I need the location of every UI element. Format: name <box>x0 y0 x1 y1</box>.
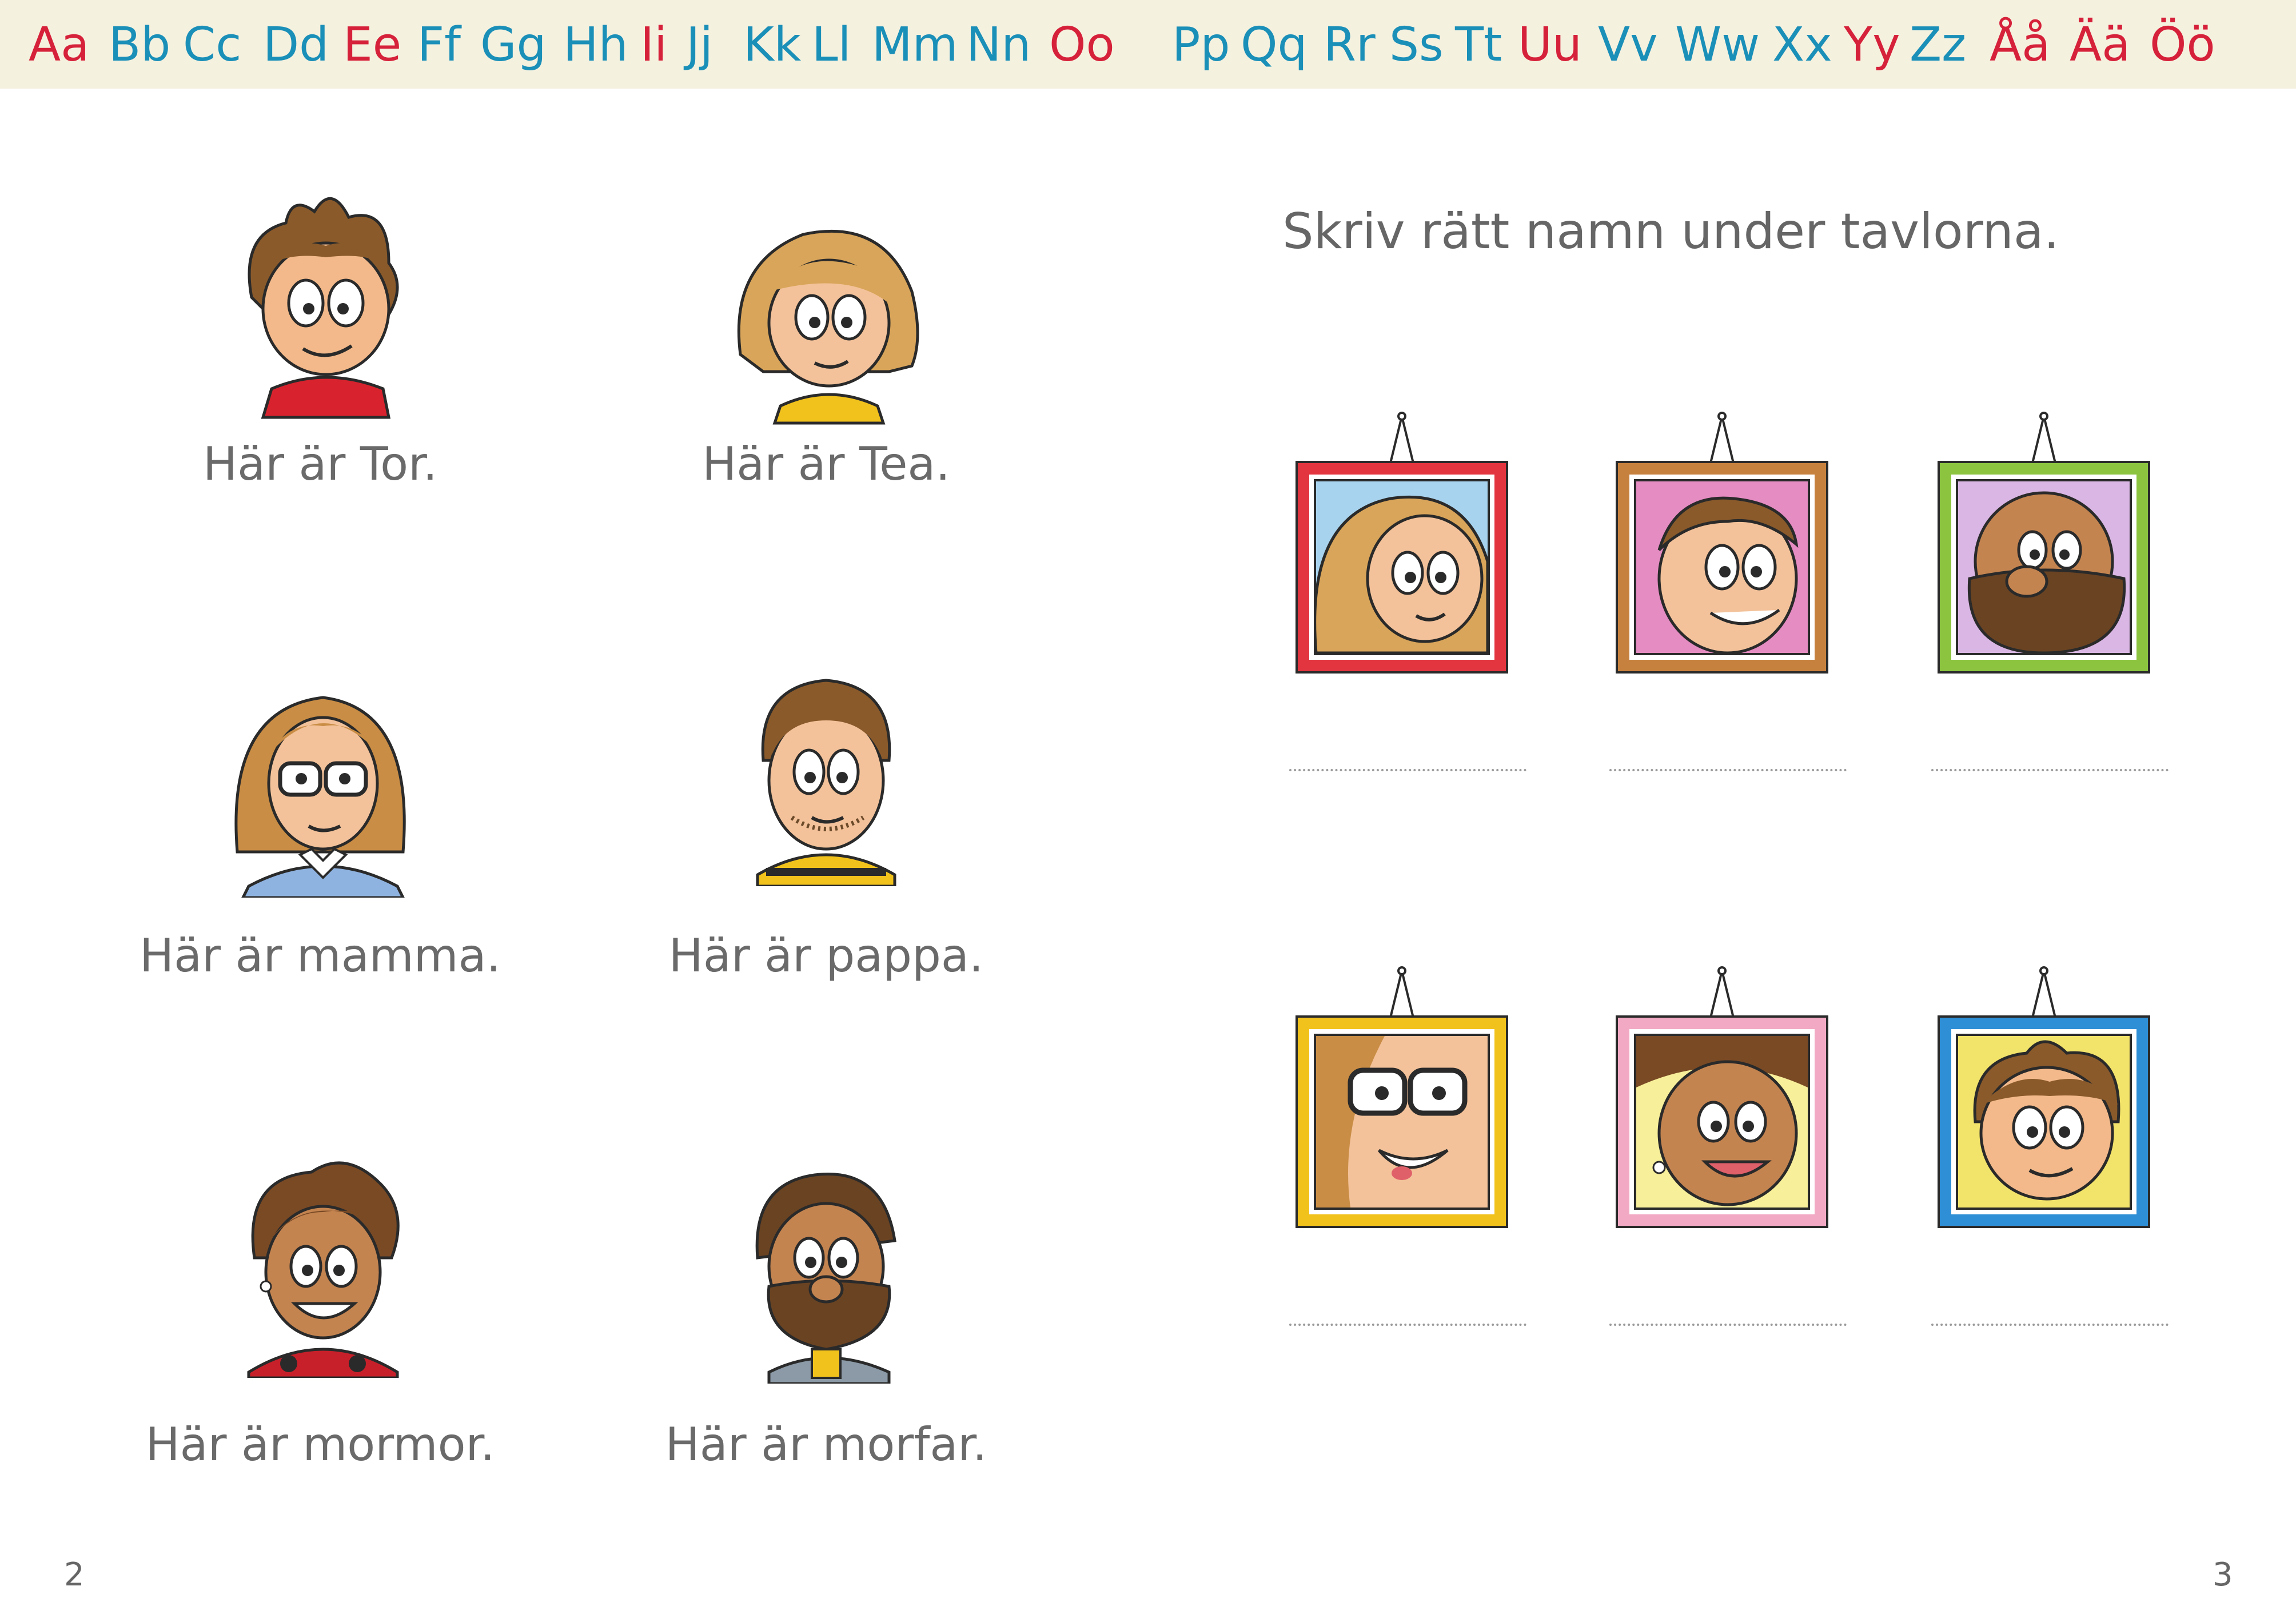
alphabet-letter: Yy <box>1844 18 1900 72</box>
alphabet-letter: Oo <box>1049 18 1115 72</box>
alphabet-letter: Ää <box>2070 18 2131 72</box>
alphabet-bar: Aa Bb Cc Dd Ee Ff Gg Hh Ii Jj Kk Ll Mm Nn Oo Pp Qq Rr Ss Tt… <box>0 0 2296 89</box>
alphabet-letter: Nn <box>966 18 1031 72</box>
alphabet-letter: Qq <box>1241 18 1308 72</box>
picture-frame-mamma <box>1298 966 1515 1235</box>
portrait-tor <box>217 183 435 423</box>
page-number-right: 3 <box>2213 1556 2233 1593</box>
picture-frame-mormor <box>1618 966 1835 1235</box>
alphabet-letter: Kk <box>743 18 802 72</box>
frame-border <box>1618 1018 1826 1226</box>
portrait-mormor <box>214 1138 432 1380</box>
frame-border <box>1618 463 1826 671</box>
alphabet-letter: Ss <box>1389 18 1444 72</box>
hook-icon <box>2031 966 2056 1018</box>
alphabet-letter: Zz <box>1910 18 1967 72</box>
caption-pappa: Här är pappa. <box>668 929 984 982</box>
frame-border <box>1940 1018 2148 1226</box>
page-number-left: 2 <box>64 1556 85 1593</box>
alphabet-letter: Gg <box>480 18 547 72</box>
frame-border <box>1298 1018 1506 1226</box>
caption-tea: Här är Tea. <box>702 437 950 491</box>
hook-icon <box>1389 412 1414 464</box>
picture-frame-tor <box>1940 966 2157 1235</box>
answer-line[interactable] <box>1609 1324 1847 1326</box>
alphabet-letter: Uu <box>1518 18 1582 72</box>
framed-face <box>1636 481 1808 653</box>
caption-mamma: Här är mamma. <box>139 929 501 982</box>
alphabet-letter: Hh <box>563 18 628 72</box>
portrait-morfar <box>718 1143 935 1385</box>
alphabet-letter: Cc <box>183 18 242 72</box>
answer-line[interactable] <box>1289 769 1526 771</box>
alphabet-letter: Öö <box>2150 18 2215 72</box>
framed-face <box>1316 481 1488 653</box>
alphabet-letter: Bb <box>109 18 171 72</box>
portrait-pappa <box>718 646 935 888</box>
framed-face <box>1316 1036 1488 1208</box>
framed-face <box>1636 1036 1808 1208</box>
answer-line[interactable] <box>1931 769 2169 771</box>
alphabet-letter: Pp <box>1172 18 1230 72</box>
frame-border <box>1940 463 2148 671</box>
framed-face <box>1958 481 2130 653</box>
alphabet-letter: Dd <box>263 18 329 72</box>
hook-icon <box>2031 412 2056 464</box>
picture-frame-pappa <box>1618 412 1835 680</box>
alphabet-letter: Tt <box>1455 18 1502 72</box>
alphabet-letter: Åå <box>1990 18 2051 72</box>
picture-frame-tea <box>1298 412 1515 680</box>
answer-line[interactable] <box>1931 1324 2169 1326</box>
alphabet-letter: Ll <box>812 18 851 72</box>
picture-frame-morfar <box>1940 412 2157 680</box>
caption-mormor: Här är mormor. <box>145 1418 495 1471</box>
framed-face <box>1958 1036 2130 1208</box>
alphabet-letter: Rr <box>1324 18 1376 72</box>
answer-line[interactable] <box>1289 1324 1526 1326</box>
alphabet-letter: Jj <box>686 18 713 72</box>
caption-tor: Här är Tor. <box>202 437 438 491</box>
instruction-text: Skriv rätt namn under tavlorna. <box>1282 203 2059 260</box>
alphabet-letter: Xx <box>1772 18 1832 72</box>
alphabet-letter: Aa <box>29 18 90 72</box>
portrait-mamma <box>214 657 432 899</box>
alphabet-letter: Ww <box>1675 18 1760 72</box>
answer-line[interactable] <box>1609 769 1847 771</box>
hook-icon <box>1709 966 1735 1018</box>
alphabet-letter: Vv <box>1598 18 1658 72</box>
alphabet-letter: Mm <box>872 18 958 72</box>
portrait-tea <box>718 200 935 440</box>
alphabet-letter: Ee <box>343 18 402 72</box>
caption-morfar: Här är morfar. <box>665 1418 987 1471</box>
hook-icon <box>1389 966 1414 1018</box>
hook-icon <box>1709 412 1735 464</box>
alphabet-letter: Ii <box>640 18 667 72</box>
frame-border <box>1298 463 1506 671</box>
alphabet-letter: Ff <box>417 18 461 72</box>
